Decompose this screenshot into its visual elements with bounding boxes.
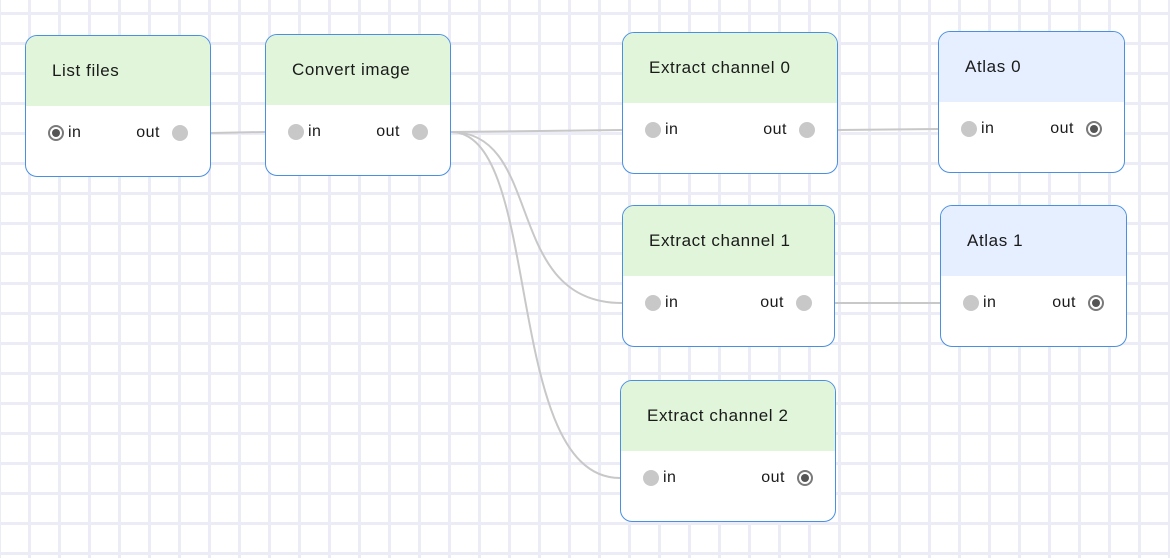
output-port-icon[interactable] <box>796 295 812 311</box>
node-extract-channel-0[interactable]: Extract channel 0 in out <box>622 32 838 174</box>
input-port-label: in <box>983 294 997 311</box>
node-ports: in out <box>623 276 834 346</box>
output-port[interactable]: out <box>1052 294 1104 312</box>
node-title[interactable]: Extract channel 1 <box>623 206 834 276</box>
wire-convert-image-to-extract-channel-2[interactable] <box>450 131 621 479</box>
node-ports: in out <box>623 103 837 173</box>
node-ports: in out <box>266 105 450 175</box>
output-port-label: out <box>1050 120 1074 137</box>
input-port[interactable]: in <box>643 469 676 487</box>
node-title[interactable]: Extract channel 0 <box>623 33 837 103</box>
output-port-icon[interactable] <box>799 122 815 138</box>
input-port-label: in <box>68 124 82 141</box>
output-port-icon[interactable] <box>412 124 428 140</box>
output-port-label: out <box>376 123 400 140</box>
output-port-icon[interactable] <box>1086 121 1102 137</box>
output-port-icon[interactable] <box>1088 295 1104 311</box>
node-ports: in out <box>621 451 835 521</box>
output-port-label: out <box>1052 294 1076 311</box>
node-extract-channel-2[interactable]: Extract channel 2 in out <box>620 380 836 522</box>
output-port[interactable]: out <box>761 469 813 487</box>
input-port[interactable]: in <box>645 294 678 312</box>
output-port[interactable]: out <box>763 121 815 139</box>
output-port-label: out <box>761 469 785 486</box>
output-port[interactable]: out <box>1050 120 1102 138</box>
node-list-files[interactable]: List files in out <box>25 35 211 177</box>
input-port-label: in <box>665 294 679 311</box>
output-port[interactable]: out <box>376 123 428 141</box>
node-title[interactable]: List files <box>26 36 210 106</box>
input-port-label: in <box>308 123 322 140</box>
node-ports: in out <box>939 102 1124 172</box>
input-port-icon[interactable] <box>645 295 661 311</box>
input-port[interactable]: in <box>961 120 994 138</box>
input-port-label: in <box>665 121 679 138</box>
input-port[interactable]: in <box>288 123 321 141</box>
node-convert-image[interactable]: Convert image in out <box>265 34 451 176</box>
wire-convert-image-to-extract-channel-1[interactable] <box>450 131 623 304</box>
node-title[interactable]: Extract channel 2 <box>621 381 835 451</box>
input-port[interactable]: in <box>48 124 81 142</box>
node-title[interactable]: Atlas 1 <box>941 206 1126 276</box>
input-port-label: in <box>981 120 995 137</box>
node-atlas-1[interactable]: Atlas 1 in out <box>940 205 1127 347</box>
output-port-icon[interactable] <box>797 470 813 486</box>
input-port-icon[interactable] <box>961 121 977 137</box>
node-ports: in out <box>941 276 1126 346</box>
node-ports: in out <box>26 106 210 176</box>
input-port-icon[interactable] <box>288 124 304 140</box>
wire-convert-image-to-extract-channel-0[interactable] <box>450 129 623 133</box>
node-extract-channel-1[interactable]: Extract channel 1 in out <box>622 205 835 347</box>
output-port-label: out <box>763 121 787 138</box>
node-title[interactable]: Convert image <box>266 35 450 105</box>
input-port-label: in <box>663 469 677 486</box>
input-port-icon[interactable] <box>48 125 64 141</box>
output-port-icon[interactable] <box>172 125 188 141</box>
node-atlas-0[interactable]: Atlas 0 in out <box>938 31 1125 173</box>
output-port[interactable]: out <box>760 294 812 312</box>
wire-extract-channel-0-to-atlas-0[interactable] <box>837 128 939 131</box>
output-port-label: out <box>136 124 160 141</box>
output-port-label: out <box>760 294 784 311</box>
wire-list-files-to-convert-image[interactable] <box>210 131 266 134</box>
input-port-icon[interactable] <box>963 295 979 311</box>
input-port[interactable]: in <box>645 121 678 139</box>
output-port[interactable]: out <box>136 124 188 142</box>
input-port-icon[interactable] <box>643 470 659 486</box>
input-port-icon[interactable] <box>645 122 661 138</box>
input-port[interactable]: in <box>963 294 996 312</box>
node-title[interactable]: Atlas 0 <box>939 32 1124 102</box>
